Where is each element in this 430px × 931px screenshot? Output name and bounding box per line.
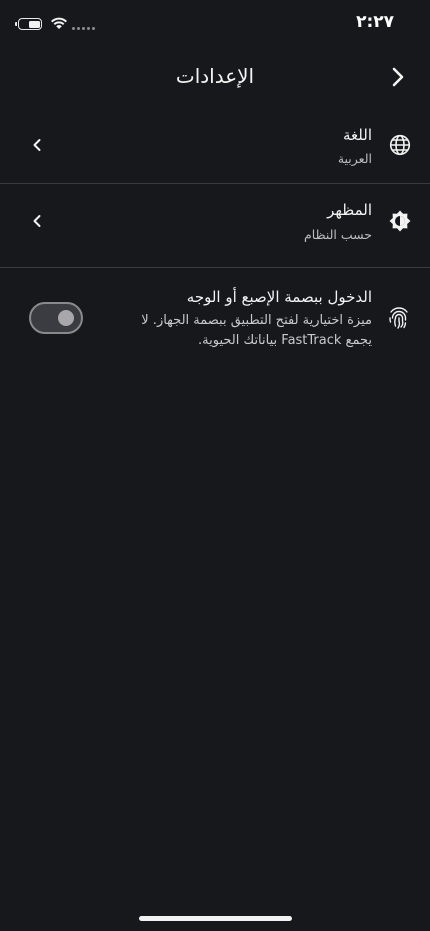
page-title: الإعدادات	[175, 64, 255, 88]
chevron-left-icon	[30, 214, 44, 228]
battery-icon	[15, 18, 42, 30]
language-title: اللغة	[343, 126, 372, 144]
appearance-title: المظهر	[327, 201, 372, 219]
toggle-knob	[58, 310, 74, 326]
brightness-icon	[388, 209, 412, 233]
biometric-toggle[interactable]	[29, 302, 83, 334]
language-row[interactable]: اللغة العربية	[0, 118, 430, 182]
home-indicator[interactable]	[139, 916, 292, 921]
divider	[0, 183, 430, 184]
appearance-row[interactable]: المظهر حسب النظام	[0, 192, 430, 266]
status-time: ٢:٢٧	[356, 12, 394, 32]
wifi-icon	[50, 15, 68, 34]
chevron-left-icon	[30, 138, 44, 152]
signal-icon	[72, 27, 95, 30]
appearance-value: حسب النظام	[304, 227, 372, 242]
biometric-title: الدخول ببصمة الإصبع أو الوجه	[186, 288, 372, 306]
language-value: العربية	[337, 151, 372, 166]
biometric-description: ميزة اختيارية لفتح التطبيق ببصمة الجهاز.…	[141, 313, 372, 348]
divider	[0, 267, 430, 268]
fingerprint-icon	[387, 306, 411, 330]
globe-icon	[388, 133, 412, 157]
